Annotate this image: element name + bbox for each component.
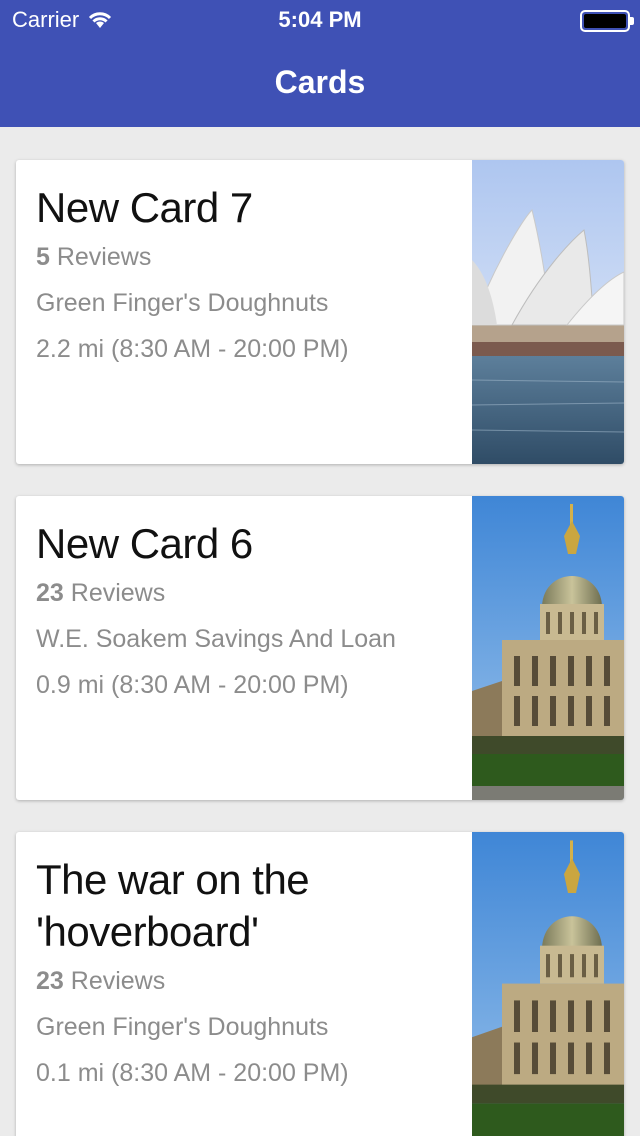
card-title: The war on the 'hoverboard': [36, 856, 310, 955]
card-business: Green Finger's Doughnuts: [36, 1013, 329, 1041]
status-time: 5:04 PM: [278, 7, 362, 32]
card-title: New Card 7: [36, 184, 253, 231]
card-business: W.E. Soakem Savings And Loan: [36, 625, 396, 653]
card-content: The war on the 'hoverboard' 23 Reviews G…: [36, 854, 456, 1096]
card-image-les-invalides-dome: [472, 496, 624, 800]
card-content: New Card 6 23 Reviews W.E. Soakem Saving…: [36, 518, 456, 708]
card-reviews: 5 Reviews: [36, 234, 456, 280]
card-the-war-on-the-hoverboard[interactable]: The war on the 'hoverboard' 23 Reviews G…: [16, 832, 624, 1136]
review-count: 23: [36, 579, 64, 607]
card-image-les-invalides-dome: [472, 832, 624, 1136]
card-details: 0.1 mi (8:30 AM - 20:00 PM): [36, 1059, 349, 1087]
card-image-sydney-opera-house: [472, 160, 624, 464]
navigation-bar: Carrier 5:04 PM Cards: [0, 0, 640, 127]
card-new-card-7[interactable]: New Card 7 5 Reviews Green Finger's Doug…: [16, 160, 624, 464]
card-details: 2.2 mi (8:30 AM - 20:00 PM): [36, 335, 349, 363]
card-business: Green Finger's Doughnuts: [36, 289, 329, 317]
battery-icon: [580, 10, 634, 32]
card-new-card-6[interactable]: New Card 6 23 Reviews W.E. Soakem Saving…: [16, 496, 624, 800]
page-title: Cards: [274, 64, 366, 100]
card-title: New Card 6: [36, 520, 253, 567]
card-details: 0.9 mi (8:30 AM - 20:00 PM): [36, 671, 349, 699]
review-count: 23: [36, 967, 64, 995]
reviews-label: Reviews: [49, 243, 152, 271]
status-bar: Carrier 5:04 PM: [0, 0, 640, 40]
review-count: 5: [36, 243, 50, 271]
reviews-label: Reviews: [63, 579, 166, 607]
card-reviews: 23 Reviews: [36, 570, 456, 616]
card-reviews: 23 Reviews: [36, 958, 456, 1004]
reviews-label: Reviews: [63, 967, 166, 995]
card-content: New Card 7 5 Reviews Green Finger's Doug…: [36, 182, 456, 372]
